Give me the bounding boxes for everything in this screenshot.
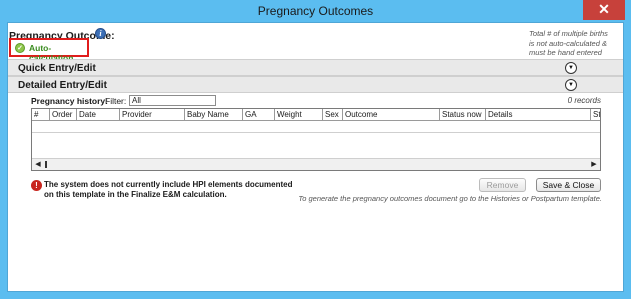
- scroll-right-icon[interactable]: ▶: [588, 159, 600, 170]
- pregnancy-outcomes-window: Pregnancy Outcomes ✕ Pregnancy Outcome: …: [0, 0, 631, 299]
- header-row: Pregnancy Outcome: i Total # of multiple…: [8, 23, 623, 67]
- column-header-details[interactable]: Details: [486, 109, 591, 121]
- section-quick-entry[interactable]: Quick Entry/Edit ▼: [8, 59, 623, 76]
- exclamation-circle-icon: !: [31, 180, 42, 191]
- column-header-baby-name[interactable]: Baby Name: [185, 109, 243, 121]
- pregnancy-history-row: Pregnancy history: Filter: All 0 records: [8, 94, 623, 108]
- column-header-provider[interactable]: Provider: [120, 109, 185, 121]
- filter-label: Filter:: [105, 96, 127, 106]
- column-header-sex[interactable]: Sex: [323, 109, 343, 121]
- close-button[interactable]: ✕: [583, 0, 625, 20]
- check-circle-icon: ✓: [15, 43, 25, 53]
- grid-header: # Order Date Provider Baby Name GA Weigh…: [32, 109, 600, 121]
- remove-button[interactable]: Remove: [479, 178, 526, 192]
- filter-field[interactable]: All: [129, 95, 216, 106]
- section-detailed-entry[interactable]: Detailed Entry/Edit ▼: [8, 76, 623, 93]
- table-row[interactable]: [32, 121, 600, 133]
- dialog-body: Pregnancy Outcome: i Total # of multiple…: [7, 22, 624, 292]
- pregnancy-history-grid[interactable]: # Order Date Provider Baby Name GA Weigh…: [31, 108, 601, 171]
- record-count: 0 records: [567, 96, 601, 105]
- title-bar[interactable]: Pregnancy Outcomes ✕: [0, 0, 631, 22]
- column-header-status-now[interactable]: Status now: [440, 109, 486, 121]
- column-header-ga[interactable]: GA: [243, 109, 275, 121]
- scroll-thumb[interactable]: [45, 161, 47, 168]
- detailed-entry-label: Detailed Entry/Edit: [18, 80, 107, 91]
- quick-entry-label: Quick Entry/Edit: [18, 63, 96, 74]
- chevron-down-circle-icon[interactable]: ▼: [565, 62, 577, 74]
- column-header-outcome[interactable]: Outcome: [343, 109, 440, 121]
- horizontal-scrollbar[interactable]: ◀ ▶: [32, 158, 600, 170]
- hpi-warning-text: The system does not currently include HP…: [44, 180, 293, 199]
- info-icon[interactable]: i: [95, 28, 106, 39]
- auto-calculation-button[interactable]: ✓ Auto-calculation: [9, 38, 89, 63]
- column-header-status[interactable]: St: [591, 109, 600, 121]
- window-title: Pregnancy Outcomes: [257, 4, 374, 18]
- column-header-date[interactable]: Date: [77, 109, 120, 121]
- generate-document-note: To generate the pregnancy outcomes docum…: [298, 194, 602, 203]
- scroll-left-icon[interactable]: ◀: [32, 159, 44, 170]
- chevron-down-circle-icon[interactable]: ▼: [565, 79, 577, 91]
- pregnancy-history-label: Pregnancy history:: [31, 96, 108, 106]
- save-close-button[interactable]: Save & Close: [536, 178, 601, 192]
- column-header-weight[interactable]: Weight: [275, 109, 323, 121]
- column-header-order[interactable]: Order: [50, 109, 77, 121]
- column-header-number[interactable]: #: [32, 109, 50, 121]
